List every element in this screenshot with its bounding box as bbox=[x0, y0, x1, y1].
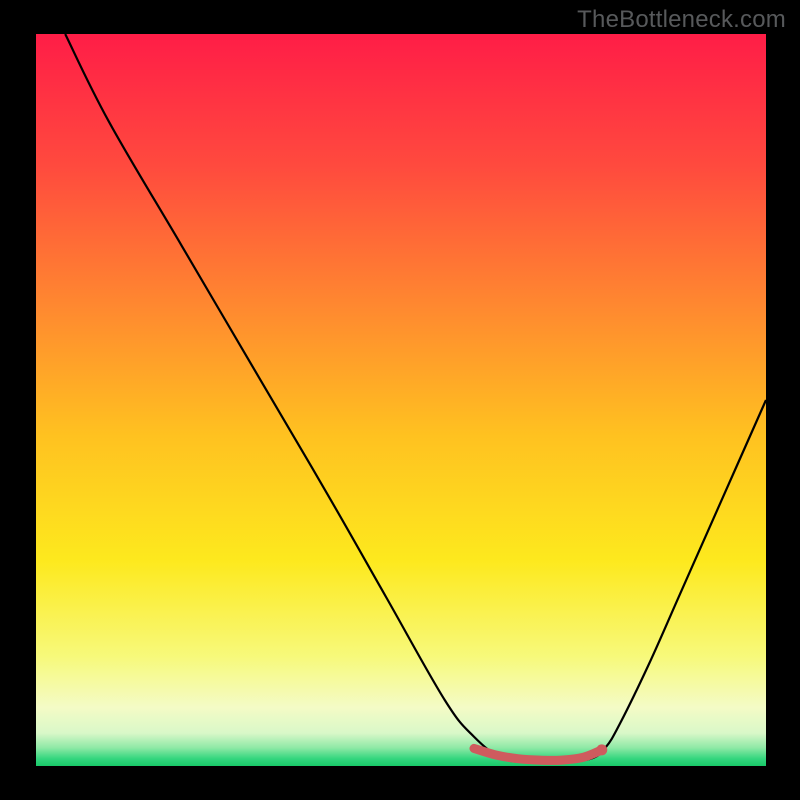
chart-frame: TheBottleneck.com bbox=[0, 0, 800, 800]
optimal-range-endpoint bbox=[596, 744, 607, 755]
watermark-text: TheBottleneck.com bbox=[577, 6, 786, 34]
plot-svg bbox=[36, 34, 766, 766]
gradient-background bbox=[36, 34, 766, 766]
plot-area bbox=[36, 34, 766, 766]
